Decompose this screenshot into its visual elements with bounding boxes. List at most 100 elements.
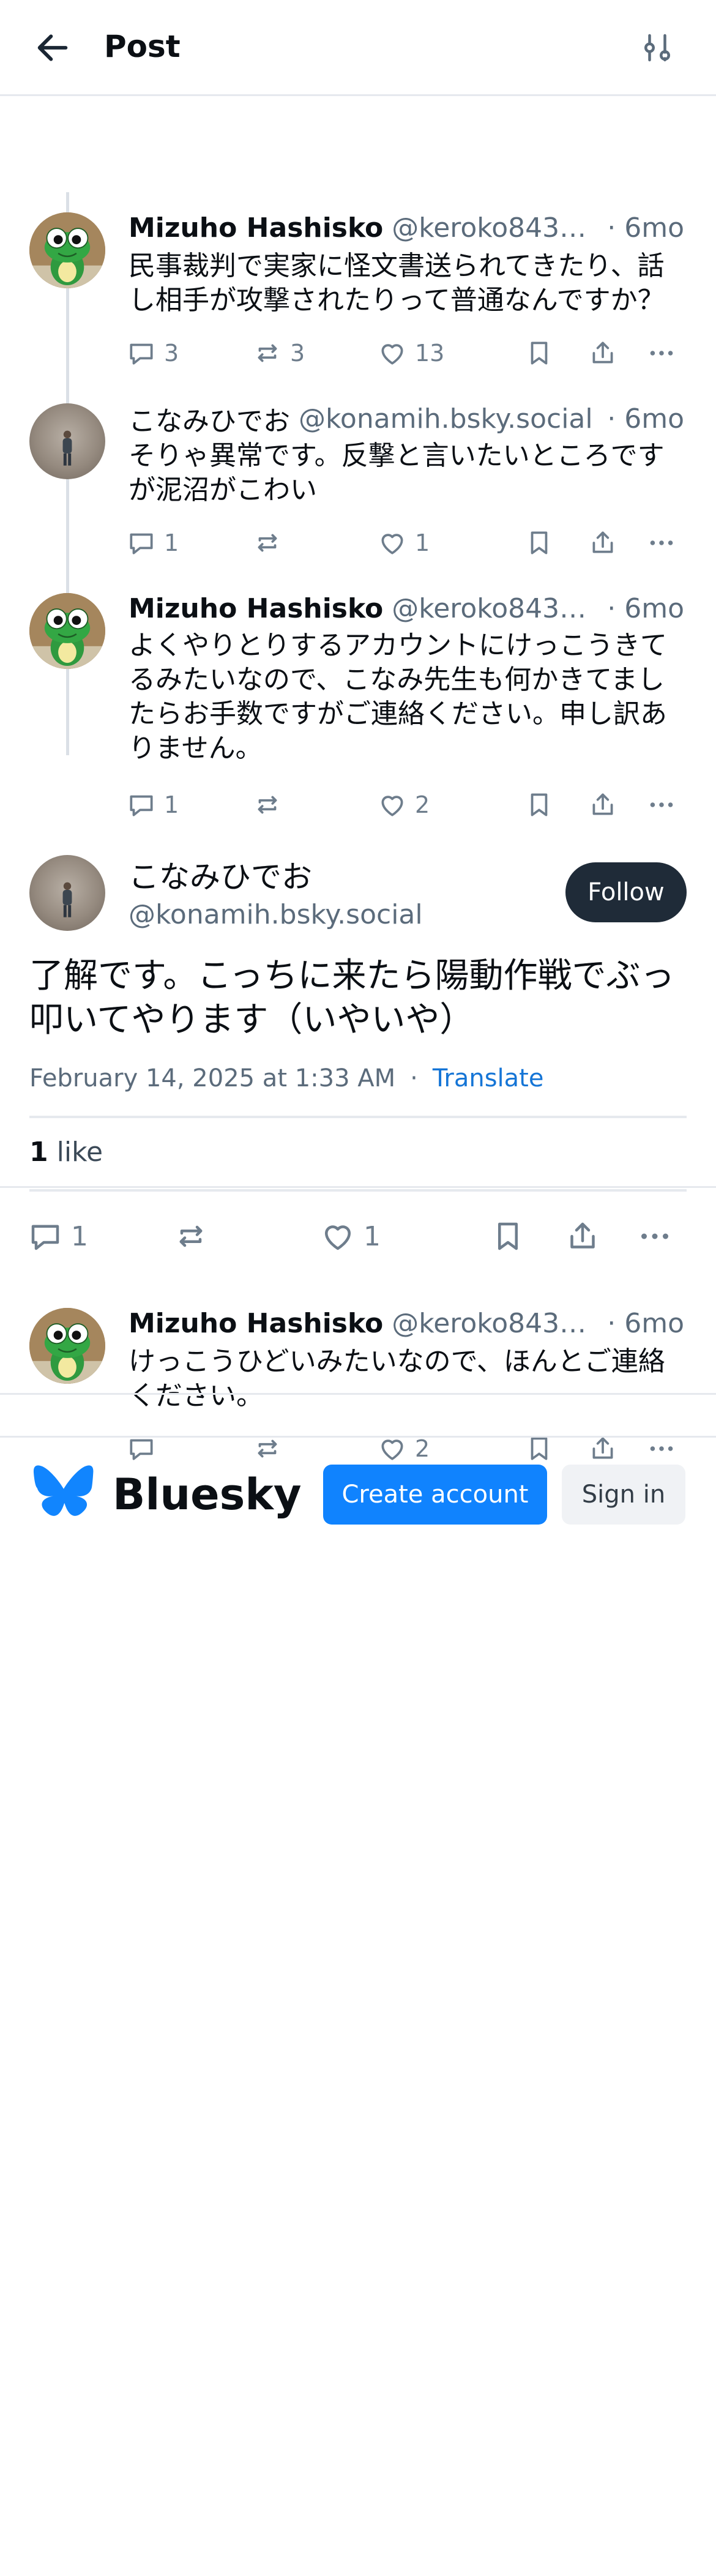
post-header: こなみひでお @konamih.bsky.social · 6mo: [129, 403, 684, 438]
sign-in-button[interactable]: Sign in: [562, 1465, 685, 1525]
arrow-left-icon[interactable]: [33, 28, 72, 67]
more-button[interactable]: [636, 1215, 673, 1258]
bookmark-button[interactable]: [524, 786, 554, 823]
reply-button[interactable]: 1: [126, 786, 179, 823]
post-header: Mizuho Hashisko @keroko8435.b... · 6mo: [129, 1308, 684, 1339]
repost-button[interactable]: 3: [252, 335, 305, 371]
brand-wordmark: Bluesky: [113, 1469, 302, 1520]
speech-bubble-icon: [126, 528, 157, 558]
author-name[interactable]: Mizuho Hashisko: [129, 212, 383, 244]
post-text: 民事裁判で実家に怪文書送られてきたり、話し相手が攻撃されたりって普通なんですか？: [129, 250, 665, 316]
author-handle[interactable]: @konamih.bsky.social: [299, 403, 600, 435]
post-header: Mizuho Hashisko @keroko8435.b... · 6mo: [129, 593, 684, 624]
create-account-button[interactable]: Create account: [323, 1465, 547, 1525]
post-text: そりゃ異常です。反撃と言いたいところですが泥沼がこわい: [129, 440, 665, 506]
author-handle[interactable]: @keroko8435.b...: [392, 593, 600, 624]
repost-arrows-icon: [252, 790, 283, 820]
repost-count: 3: [290, 340, 305, 367]
bookmark-icon: [490, 1218, 526, 1255]
speech-bubble-icon: [126, 790, 157, 820]
author-handle[interactable]: @keroko8435.b...: [392, 212, 600, 244]
repost-arrows-icon: [173, 1218, 209, 1255]
avatar[interactable]: [29, 403, 105, 479]
like-count: 13: [415, 340, 445, 367]
more-button[interactable]: [646, 335, 677, 371]
post-time: · 6mo: [607, 403, 684, 435]
like-button[interactable]: 2: [377, 786, 430, 823]
post-actions: 1 1: [126, 525, 692, 561]
post-meta: February 14, 2025 at 1:33 AM · Translate: [29, 1064, 543, 1092]
like-count: 1: [364, 1220, 381, 1252]
share-button[interactable]: [587, 335, 618, 371]
author-handle[interactable]: @keroko8435.b...: [392, 1308, 600, 1339]
sliders-icon[interactable]: [639, 28, 676, 67]
post-text: よくやりとりするアカウントにけっこうきてるみたいなので、こなみ先生も何かきてまし…: [129, 630, 667, 764]
ellipsis-icon: [646, 338, 677, 368]
reply-count: 1: [71, 1220, 88, 1252]
separator-dot: ·: [410, 1064, 418, 1092]
reply-button[interactable]: 1: [126, 525, 179, 561]
reply-button[interactable]: 1: [27, 1215, 88, 1258]
share-upload-icon: [587, 338, 618, 368]
avatar[interactable]: [29, 212, 105, 288]
heart-icon: [377, 790, 408, 820]
share-button[interactable]: [564, 1215, 601, 1258]
like-count: 2: [415, 791, 430, 818]
author-name[interactable]: Mizuho Hashisko: [129, 1308, 383, 1339]
post-header: Mizuho Hashisko @keroko8435.b... · 6mo: [129, 212, 684, 244]
like-button[interactable]: 1: [319, 1215, 381, 1258]
like-summary[interactable]: 1 like: [29, 1137, 103, 1168]
ellipsis-icon: [646, 528, 677, 558]
repost-arrows-icon: [252, 528, 283, 558]
reply-count: 1: [164, 791, 179, 818]
share-button[interactable]: [587, 786, 618, 823]
avatar[interactable]: [29, 855, 105, 931]
author-handle[interactable]: @konamih.bsky.social: [129, 899, 423, 930]
share-upload-icon: [587, 790, 618, 820]
butterfly-logo-icon: [33, 1465, 94, 1516]
post-text: けっこうひどいみたいなので、ほんとご連絡ください。: [129, 1346, 665, 1411]
avatar[interactable]: [29, 1308, 105, 1384]
bookmark-button[interactable]: [524, 525, 554, 561]
post-actions: 1 1: [27, 1215, 692, 1258]
share-upload-icon: [564, 1218, 601, 1255]
like-count: 1: [415, 529, 430, 556]
more-button[interactable]: [646, 786, 677, 823]
heart-icon: [377, 338, 408, 368]
post-actions: 1 2: [126, 786, 692, 823]
bookmark-button[interactable]: [524, 335, 554, 371]
bookmark-icon: [524, 338, 554, 368]
author-name[interactable]: こなみひでお: [129, 399, 290, 438]
repost-arrows-icon: [252, 338, 283, 368]
follow-button[interactable]: Follow: [565, 862, 687, 922]
translate-link[interactable]: Translate: [433, 1064, 544, 1092]
bookmark-button[interactable]: [490, 1215, 526, 1258]
like-button[interactable]: 1: [377, 525, 430, 561]
speech-bubble-icon: [126, 338, 157, 368]
like-summary-count: 1: [29, 1137, 48, 1168]
avatar[interactable]: [29, 593, 105, 669]
ellipsis-icon: [646, 790, 677, 820]
post-date: February 14, 2025 at 1:33 AM: [29, 1064, 396, 1092]
share-button[interactable]: [587, 525, 618, 561]
repost-button[interactable]: [252, 786, 290, 823]
like-summary-label: like: [56, 1137, 103, 1168]
reply-count: 3: [164, 340, 179, 367]
author-name[interactable]: Mizuho Hashisko: [129, 593, 383, 624]
divider: [29, 1189, 687, 1192]
more-button[interactable]: [646, 525, 677, 561]
post-time: · 6mo: [607, 212, 684, 244]
reply-count: 1: [164, 529, 179, 556]
heart-icon: [319, 1218, 356, 1255]
author-name[interactable]: こなみひでお: [129, 853, 312, 897]
top-bar: Post: [0, 0, 716, 96]
reply-button[interactable]: 3: [126, 335, 179, 371]
repost-button[interactable]: [252, 525, 290, 561]
repost-button[interactable]: [173, 1215, 217, 1258]
page-title: Post: [104, 29, 181, 64]
like-button[interactable]: 13: [377, 335, 444, 371]
bookmark-icon: [524, 790, 554, 820]
divider: [29, 1116, 687, 1118]
ellipsis-icon: [636, 1218, 673, 1255]
post-time: · 6mo: [607, 592, 684, 624]
